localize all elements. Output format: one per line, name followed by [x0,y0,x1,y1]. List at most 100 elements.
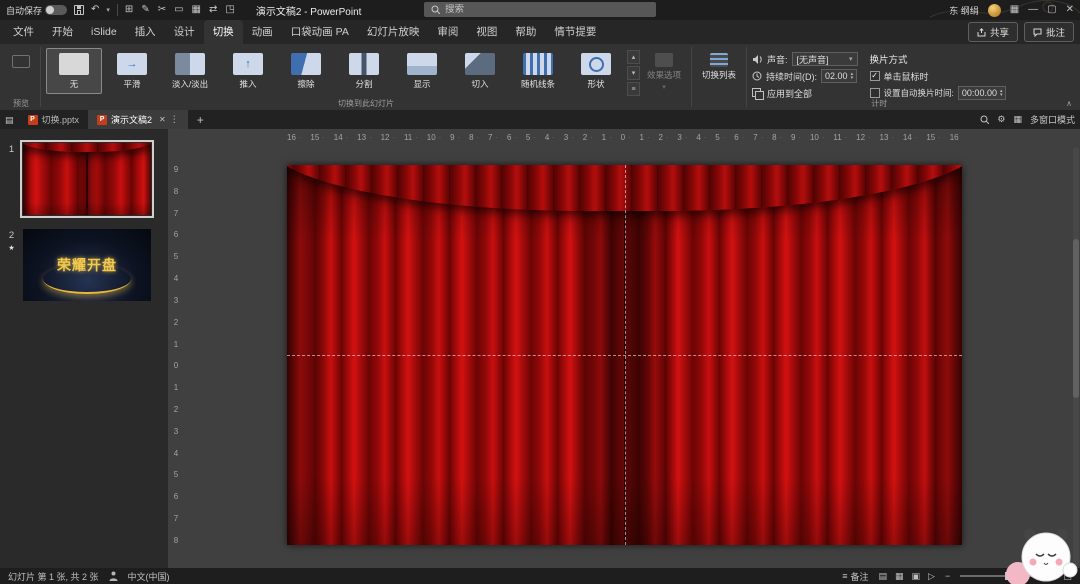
share-button[interactable]: 共享 [968,22,1018,42]
transition-item[interactable]: 形状 [568,48,624,94]
ribbon-tab[interactable]: 切换 [204,20,243,44]
collapse-ribbon-icon[interactable]: ∧ [1066,99,1072,108]
slide-indicator[interactable]: 幻灯片 第 1 张, 共 2 张 [8,570,99,583]
undo-dropdown-icon[interactable]: ▾ [106,6,110,14]
transition-item[interactable]: 分割 [336,48,392,94]
document-tab[interactable]: P演示文稿2✕⋮ [88,110,188,129]
ribbon-tab[interactable]: 幻灯片放映 [358,20,429,44]
spinner-arrows[interactable]: ▴▾ [851,72,854,80]
ruler-number: 1 [174,340,178,349]
document-list-icon[interactable]: ▤ [5,110,14,130]
qat-command-icon[interactable]: ✂ [158,0,166,20]
transition-label: 淡入/淡出 [172,78,208,90]
gallery-scroll-up-icon[interactable]: ▴ [627,50,640,64]
qat-command-icon[interactable]: ◳ [225,0,234,20]
ribbon-tab[interactable]: 帮助 [506,20,545,44]
new-tab-button[interactable]: + [193,113,208,127]
minimize-button[interactable]: — [1028,0,1038,20]
undo-icon[interactable]: ↶ [91,0,99,20]
transition-item[interactable]: 淡入/淡出 [162,48,218,94]
ribbon-tab[interactable]: 情节提要 [545,20,605,44]
transition-item[interactable]: 无 [46,48,102,94]
effect-options-button[interactable]: 效果选项 ▾ [642,48,686,94]
ruler-number: 1 [174,383,178,392]
transition-item[interactable]: 擦除 [278,48,334,94]
qat-command-icon[interactable]: ▭ [174,0,183,20]
search-icon[interactable] [980,115,989,124]
scrollbar-thumb[interactable] [1073,239,1079,398]
accessibility-icon[interactable] [109,571,118,581]
powerpoint-window: 自动保存 ↶ ▾ ⊞✎✂▭▦⇄◳ 演示文稿2 - PowerPoint 东 纲绢… [0,0,1080,584]
horizontal-guide[interactable] [287,355,962,356]
slide-canvas[interactable] [287,165,962,545]
on-mouse-click-checkbox[interactable]: ✓ [870,71,880,81]
close-button[interactable]: ✕ [1066,0,1074,20]
ruler-number: 8 [469,133,479,142]
transition-list-button[interactable]: 切换列表 [697,48,741,84]
ruler-number: 9 [791,133,801,142]
document-tab[interactable]: P切换.pptx [19,110,89,129]
vertical-scrollbar[interactable] [1073,147,1079,565]
normal-view-icon[interactable]: ▤ [878,571,887,582]
ribbon-tab[interactable]: 动画 [243,20,282,44]
auto-advance-time-value: 00:00.00 [962,88,997,98]
language-indicator[interactable]: 中文(中国) [128,570,170,583]
close-tab-icon[interactable]: ✕ [159,115,166,124]
transition-item[interactable]: 切入 [452,48,508,94]
tab-menu-icon[interactable]: ⋮ [170,114,179,125]
reading-view-icon[interactable]: ▣ [912,571,921,582]
autosave-control[interactable]: 自动保存 [6,4,67,17]
ribbon-tab[interactable]: 开始 [43,20,82,44]
ribbon-tab[interactable]: 设计 [165,20,204,44]
slide-sorter-icon[interactable]: ▦ [895,571,904,582]
ribbon-tab[interactable]: 口袋动画 PA [282,20,358,44]
autosave-toggle[interactable] [45,5,67,15]
ribbon-tab[interactable]: 审阅 [428,20,467,44]
save-icon[interactable] [74,5,84,15]
transition-item[interactable]: ↑推入 [220,48,276,94]
multi-window-mode-label[interactable]: 多窗口模式 [1030,113,1075,126]
ruler-number: 6 [507,133,517,142]
spinner-arrows[interactable]: ▴▾ [1000,89,1003,97]
comments-button[interactable]: 批注 [1024,22,1074,42]
user-name[interactable]: 东 纲绢 [949,4,979,17]
qat-command-icon[interactable]: ⊞ [125,0,133,20]
transition-item[interactable]: 显示 [394,48,450,94]
qat-command-icon[interactable]: ▦ [192,0,201,20]
slide-graphic: 荣耀开盘 [23,229,151,301]
sound-select[interactable]: [无声音] ▾ [792,52,858,66]
ribbon-tab[interactable]: 视图 [467,20,506,44]
horizontal-ruler[interactable]: 1615141312111098765432101234567891011121… [287,131,962,144]
transition-item[interactable]: 随机线条 [510,48,566,94]
transition-label: 擦除 [297,78,314,90]
ruler-number: 0 [621,133,631,142]
qat-command-icon[interactable]: ✎ [141,0,149,20]
ribbon-display-options-icon[interactable]: ▦ [1010,0,1019,20]
qat-command-icon[interactable]: ⇄ [209,0,217,20]
ribbon-tab[interactable]: iSlide [82,20,126,44]
slideshow-icon[interactable]: ▷ [928,571,935,582]
gallery-scroll-down-icon[interactable]: ▾ [627,66,640,80]
ribbon-tab[interactable]: 插入 [126,20,165,44]
settings-gear-icon[interactable]: ⚙ [997,114,1005,125]
ruler-number: 6 [174,230,178,239]
zoom-out-button[interactable]: − [945,571,950,581]
notes-button[interactable]: ≡备注 [842,570,868,583]
search-box[interactable] [424,2,656,17]
auto-advance-checkbox[interactable] [870,88,880,98]
slide-thumbnail[interactable]: 荣耀开盘 [23,229,151,301]
duration-input[interactable]: 02.00 ▴▾ [821,69,857,83]
maximize-button[interactable]: ▢ [1047,0,1056,20]
search-input[interactable] [445,4,649,15]
ruler-number: 11 [833,133,847,142]
transition-item[interactable]: →平滑 [104,48,160,94]
document-tab-label: 切换.pptx [42,113,80,126]
slide-thumbnail[interactable] [23,143,151,215]
file-tab[interactable]: 文件 [4,20,43,44]
user-avatar[interactable] [988,4,1001,17]
multi-window-grid-icon[interactable]: ▦ [1013,114,1022,125]
gallery-more-icon[interactable]: ≡ [627,82,640,96]
vertical-ruler[interactable]: 987654321012345678 [170,165,182,545]
preview-button[interactable] [7,48,35,71]
curtain-graphic [23,143,151,215]
